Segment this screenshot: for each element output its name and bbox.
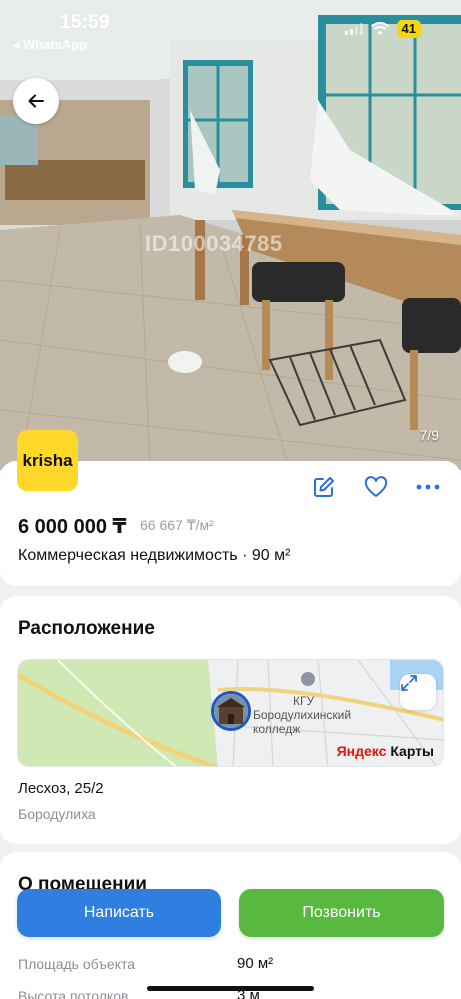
write-message-button[interactable]: Написать [17,889,221,937]
cellular-signal-icon [344,23,363,35]
location-title: Расположение [18,618,155,639]
back-to-app[interactable]: ◀ WhatsApp [13,37,87,52]
city-line: Бородулиха [18,806,96,822]
photo-watermark: ID100034785 [145,231,283,256]
listing-actions [309,474,443,500]
more-button[interactable] [413,474,443,500]
ceiling-height-label: Высота потолков [18,988,129,999]
call-button[interactable]: Позвонить [239,889,444,937]
listing-photo[interactable]: 15:59 ◀ WhatsApp 41 ID100034785 7/9 [0,0,461,470]
edit-button[interactable] [309,474,339,500]
favorite-button[interactable] [361,474,391,500]
yandex-maps-brand: Яндекс Карты [337,743,434,759]
status-bar: 15:59 ◀ WhatsApp 41 [0,0,461,60]
building-thumbnail [214,694,248,728]
map-place-label: КГУ Бородулихинский колледж [253,694,351,736]
wifi-icon [370,22,389,35]
area-value: 90 м² [237,955,274,972]
status-time: 15:59 [60,12,110,33]
arrow-left-icon [28,94,44,108]
heart-icon [364,476,388,497]
battery-indicator: 41 [396,20,421,38]
address-line: Лесхоз, 25/2 [18,780,104,797]
edit-icon [314,477,334,497]
krisha-logo: krisha [17,430,78,491]
map-label-line1: Бородулихинский [253,708,352,722]
map-label-line2: колледж [253,722,301,736]
map-pin-photo[interactable] [211,691,251,731]
listing-price: 6 000 000 ₸ [18,516,127,538]
listing-subtitle: Коммерческая недвижимость · 90 м² [18,547,291,564]
expand-icon [401,675,417,691]
back-button[interactable] [13,78,59,124]
back-app-label: WhatsApp [22,37,88,52]
map-expand-button[interactable] [400,674,436,710]
back-triangle-icon: ◀ [13,40,20,50]
photo-counter: 7/9 [419,427,439,443]
status-indicators: 41 [344,20,421,38]
more-dots-icon [416,484,440,490]
map-brand-yandex: Яндекс [336,743,387,759]
area-label: Площадь объекта [18,956,136,972]
home-indicator[interactable] [147,986,314,991]
map-label-kgu: КГУ [293,694,315,708]
map-brand-maps: Карты [390,743,434,759]
price-per-m2: 66 667 ₸/м² [140,517,214,533]
location-map[interactable]: КГУ Бородулихинский колледж Яндекс Карты [17,659,444,767]
